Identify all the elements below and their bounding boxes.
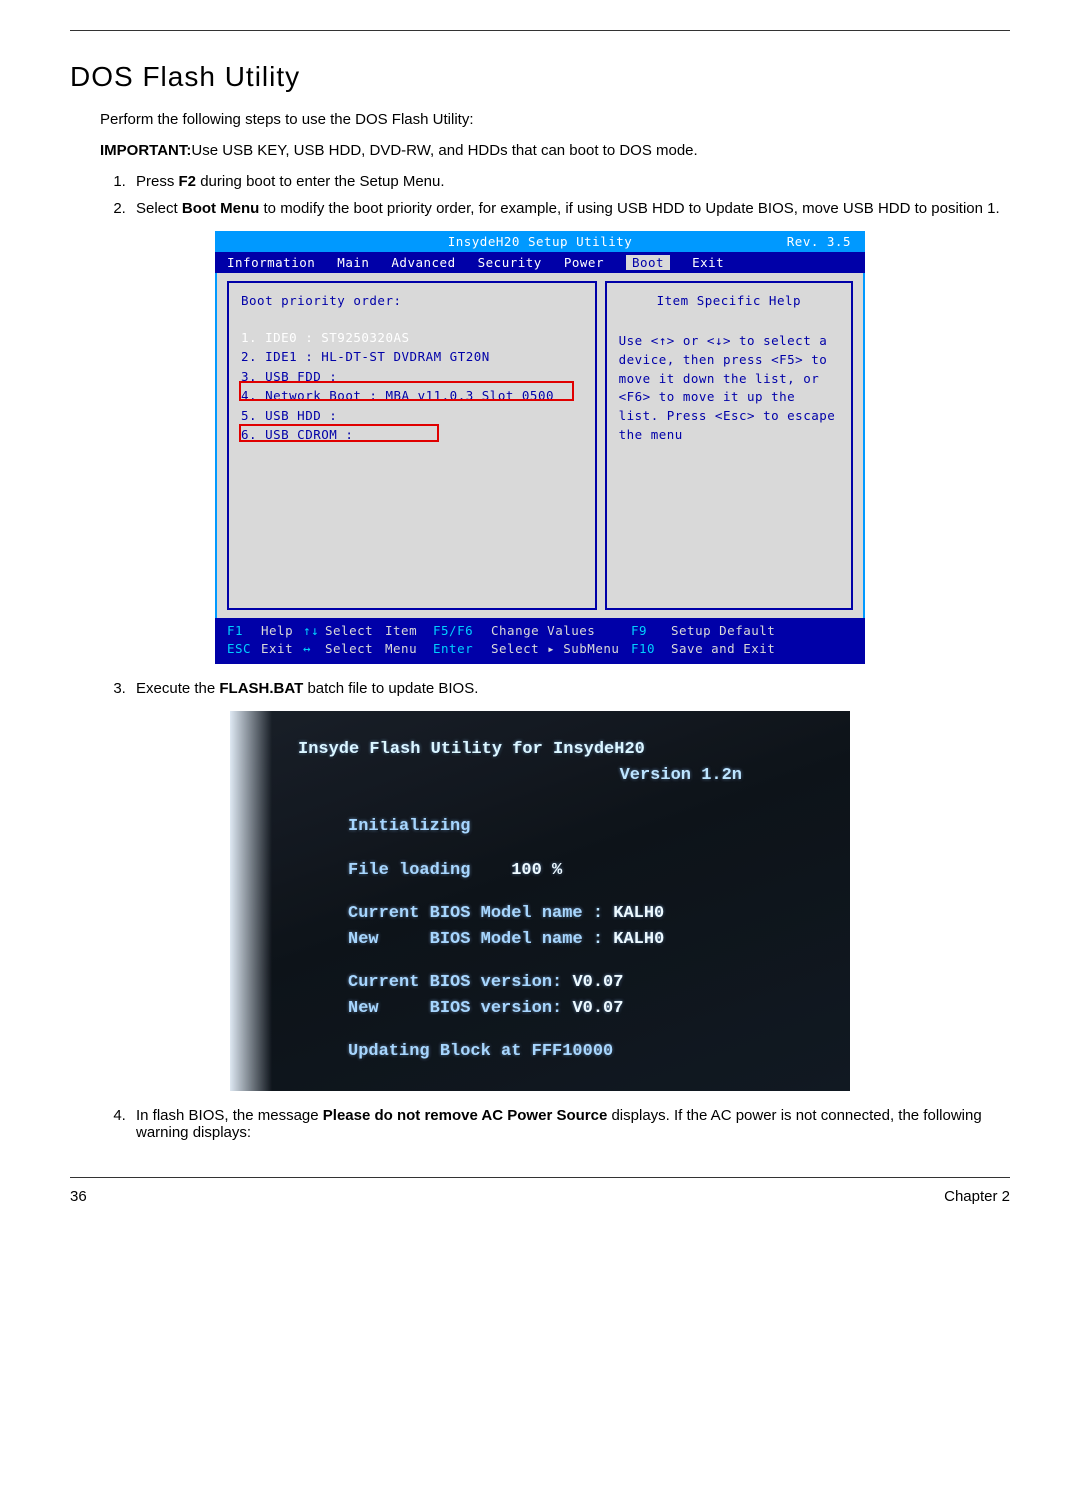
page-top-rule — [70, 30, 1010, 31]
footer-select-item-b: Item — [385, 622, 433, 640]
tab-power[interactable]: Power — [564, 255, 604, 270]
dos-version: Version 1.2n — [620, 766, 742, 785]
dos-cur-ver-value: V0.07 — [572, 973, 623, 992]
footer-select-submenu: Select ▸ SubMenu — [491, 640, 631, 658]
step-2-text: Select Boot Menu to modify the boot prio… — [136, 200, 1000, 217]
boot-priority-label: Boot priority order: — [241, 293, 583, 308]
step-3-text: Execute the FLASH.BAT batch file to upda… — [136, 680, 478, 697]
tab-information[interactable]: Information — [227, 255, 315, 270]
footer-f1-key: F1 — [227, 622, 261, 640]
footer-select-menu-a: Select — [325, 640, 385, 658]
footer-arrows-v-key: ↑↓ — [303, 622, 325, 640]
step-1-key: F2 — [179, 173, 197, 190]
footer-exit-label: Exit — [261, 640, 303, 658]
step-3-key: FLASH.BAT — [219, 680, 303, 697]
chapter-label: Chapter 2 — [944, 1188, 1010, 1205]
step-3-c: batch file to update BIOS. — [303, 680, 478, 697]
footer-arrows-h-key: ↔ — [303, 640, 325, 658]
footer-enter-key: Enter — [433, 640, 491, 658]
footer-f5f6-key: F5/F6 — [433, 622, 491, 640]
bios-screenshot: InsydeH20 Setup Utility Rev. 3.5 Informa… — [215, 231, 865, 664]
steps-list-cont: Execute the FLASH.BAT batch file to upda… — [130, 680, 1010, 697]
bios-left-pane: Boot priority order: 1. IDE0 : ST9250320… — [227, 281, 597, 610]
step-1-c: during boot to enter the Setup Menu. — [196, 173, 445, 190]
page-heading: DOS Flash Utility — [70, 61, 1010, 93]
dos-new-ver-value: V0.07 — [572, 999, 623, 1018]
footer-change-values: Change Values — [491, 622, 631, 640]
dos-loading-value: 100 % — [511, 861, 562, 880]
dos-flash-screenshot: Insyde Flash Utility for InsydeH20 Versi… — [230, 711, 850, 1091]
step-2-c: to modify the boot priority order, for e… — [259, 200, 999, 217]
step-2-a: Select — [136, 200, 182, 217]
dos-cur-ver-label: Current BIOS version: — [348, 973, 562, 992]
dos-updating: Updating Block at FFF10000 — [348, 1039, 822, 1065]
dos-cur-model-label: Current BIOS Model name — [348, 904, 583, 923]
steps-list: Press F2 during boot to enter the Setup … — [130, 173, 1010, 217]
dos-title: Insyde Flash Utility for InsydeH20 — [298, 740, 645, 759]
tab-main[interactable]: Main — [337, 255, 369, 270]
page-number: 36 — [70, 1188, 87, 1205]
bios-footer: F1 Help ↑↓ Select Item F5/F6 Change Valu… — [215, 618, 865, 664]
bios-tabs: Information Main Advanced Security Power… — [215, 252, 865, 273]
footer-f9-key: F9 — [631, 622, 671, 640]
footer-f10-key: F10 — [631, 640, 671, 658]
dos-cur-model-value: KALH0 — [613, 904, 664, 923]
dos-loading-label: File loading — [348, 861, 470, 880]
footer-save-exit: Save and Exit — [671, 640, 801, 658]
important-note: IMPORTANT:Use USB KEY, USB HDD, DVD-RW, … — [100, 142, 1010, 159]
footer-esc-key: ESC — [227, 640, 261, 658]
step-1: Press F2 during boot to enter the Setup … — [130, 173, 1010, 190]
tab-security[interactable]: Security — [478, 255, 542, 270]
highlight-box-usb-hdd — [239, 424, 439, 442]
step-1-a: Press — [136, 173, 179, 190]
dos-new-model-label1: New — [348, 930, 379, 949]
help-body: Use <↑> or <↓> to select a device, then … — [619, 332, 839, 445]
bios-rev: Rev. 3.5 — [787, 234, 851, 249]
important-prefix: IMPORTANT: — [100, 142, 191, 159]
step-3-a: Execute the — [136, 680, 219, 697]
footer-f1-label: Help — [261, 622, 303, 640]
boot-item-1[interactable]: 1. IDE0 : ST9250320AS — [241, 328, 583, 347]
important-body: Use USB KEY, USB HDD, DVD-RW, and HDDs t… — [191, 142, 697, 159]
tab-boot[interactable]: Boot — [626, 255, 670, 270]
step-2-key: Boot Menu — [182, 200, 259, 217]
dos-initializing: Initializing — [348, 814, 822, 840]
step-4-a: In flash BIOS, the message — [136, 1107, 323, 1124]
tab-exit[interactable]: Exit — [692, 255, 724, 270]
step-4-text: In flash BIOS, the message Please do not… — [136, 1107, 982, 1141]
bios-titlebar: InsydeH20 Setup Utility Rev. 3.5 — [215, 231, 865, 252]
intro-text: Perform the following steps to use the D… — [100, 111, 1010, 128]
boot-item-2[interactable]: 2. IDE1 : HL-DT-ST DVDRAM GT20N — [241, 347, 583, 366]
footer-setup-default: Setup Default — [671, 622, 801, 640]
step-2: Select Boot Menu to modify the boot prio… — [130, 200, 1010, 217]
dos-new-model-label2: BIOS Model name — [430, 930, 583, 949]
highlight-box-network-boot — [239, 381, 574, 401]
bios-help-pane: Item Specific Help Use <↑> or <↓> to sel… — [605, 281, 853, 610]
boot-item-5[interactable]: 5. USB HDD : — [241, 406, 583, 425]
bios-body: Boot priority order: 1. IDE0 : ST9250320… — [215, 273, 865, 618]
bios-title: InsydeH20 Setup Utility — [448, 234, 633, 249]
step-1-text: Press F2 during boot to enter the Setup … — [136, 173, 445, 190]
footer-select-item-a: Select — [325, 622, 385, 640]
step-4: In flash BIOS, the message Please do not… — [130, 1107, 1010, 1141]
steps-list-cont2: In flash BIOS, the message Please do not… — [130, 1107, 1010, 1141]
dos-new-ver-label2: BIOS version: — [430, 999, 563, 1018]
footer-select-menu-b: Menu — [385, 640, 433, 658]
page-footer: 36 Chapter 2 — [70, 1177, 1010, 1205]
dos-new-model-value: KALH0 — [613, 930, 664, 949]
step-3: Execute the FLASH.BAT batch file to upda… — [130, 680, 1010, 697]
help-title: Item Specific Help — [619, 293, 839, 308]
tab-advanced[interactable]: Advanced — [391, 255, 455, 270]
dos-new-ver-label1: New — [348, 999, 379, 1018]
step-4-key: Please do not remove AC Power Source — [323, 1107, 608, 1124]
